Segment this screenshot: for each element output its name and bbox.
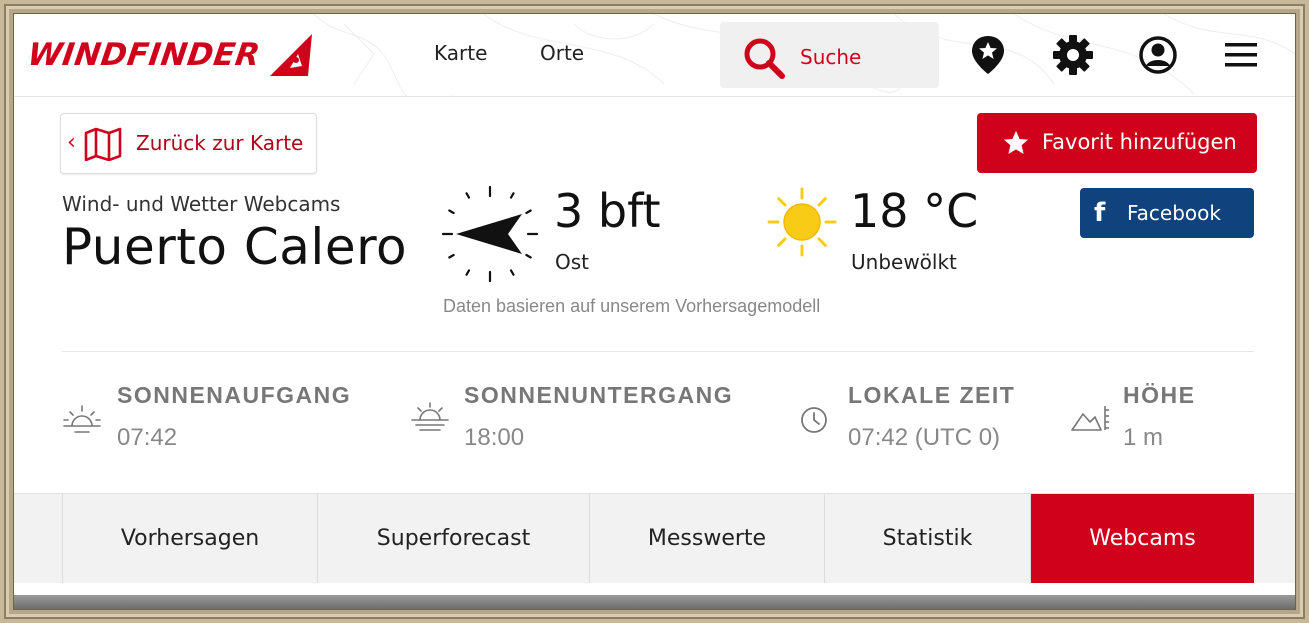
section-divider [62,351,1254,352]
settings-gear-icon[interactable] [1052,34,1094,76]
chevron-left-icon: ‹ [67,130,76,155]
user-account-icon[interactable] [1137,34,1179,76]
star-icon [1004,131,1028,154]
back-to-map-button[interactable]: ‹ Zurück zur Karte [60,113,317,174]
elevation-value: 1 m [1123,424,1164,451]
add-favorite-label: Favorit hinzufügen [1042,130,1237,154]
wind-direction-arrow-icon [441,185,539,283]
logo-text: WINDFINDER [25,37,263,73]
clock-icon [801,407,827,433]
page-title: Puerto Calero [62,218,408,276]
facebook-label: Facebook [1127,201,1221,225]
sun-icon [767,187,837,257]
facebook-icon: f [1094,198,1106,228]
back-to-map-label: Zurück zur Karte [136,131,304,155]
nav-orte[interactable]: Orte [540,41,584,65]
tab-superforecast[interactable]: Superforecast [317,494,589,583]
map-icon [84,127,122,161]
windfinder-logo[interactable]: WINDFINDER [25,32,316,78]
window-bottom-bar [14,595,1295,609]
sunrise-value: 07:42 [117,424,178,451]
local-time-label: LOKALE ZEIT [848,382,1016,408]
elevation-label: HÖHE [1123,382,1196,408]
tab-statistik[interactable]: Statistik [824,494,1031,583]
sunset-label: SONNENUNTERGANG [464,382,734,408]
favorite-location-icon[interactable] [970,34,1006,76]
wind-direction-label: Ost [555,250,590,274]
forecast-model-note: Daten basieren auf unserem Vorhersagemod… [443,296,821,316]
tab-messwerte[interactable]: Messwerte [589,494,824,583]
wind-strength: 3 bft [554,184,661,238]
elevation-icon [1071,406,1109,431]
sunset-icon [411,402,449,431]
local-time-value: 07:42 (UTC 0) [848,424,1001,451]
hamburger-menu-icon[interactable] [1224,40,1258,70]
sunrise-label: SONNENAUFGANG [117,382,352,408]
search-button[interactable]: Suche [720,22,939,88]
site-header: WINDFINDER Karte Orte Suche [14,14,1295,97]
sail-logo-icon [269,34,312,76]
sunset-value: 18:00 [464,424,525,451]
search-icon [744,38,785,79]
sunrise-icon [63,405,101,433]
search-label: Suche [800,45,862,69]
temperature-value: 18 °C [850,184,979,238]
nav-karte[interactable]: Karte [434,41,487,65]
add-favorite-button[interactable]: Favorit hinzufügen [977,113,1257,173]
page-subtitle: Wind- und Wetter Webcams [62,192,341,216]
tab-vorhersagen[interactable]: Vorhersagen [62,494,317,583]
tab-webcams[interactable]: Webcams [1031,494,1254,583]
browser-viewport: WINDFINDER Karte Orte Suche ‹ Zurück zur… [14,14,1295,609]
weather-condition: Unbewölkt [851,250,957,274]
tab-bar: Vorhersagen Superforecast Messwerte Stat… [14,493,1295,583]
facebook-share-button[interactable]: f Facebook [1080,188,1254,238]
